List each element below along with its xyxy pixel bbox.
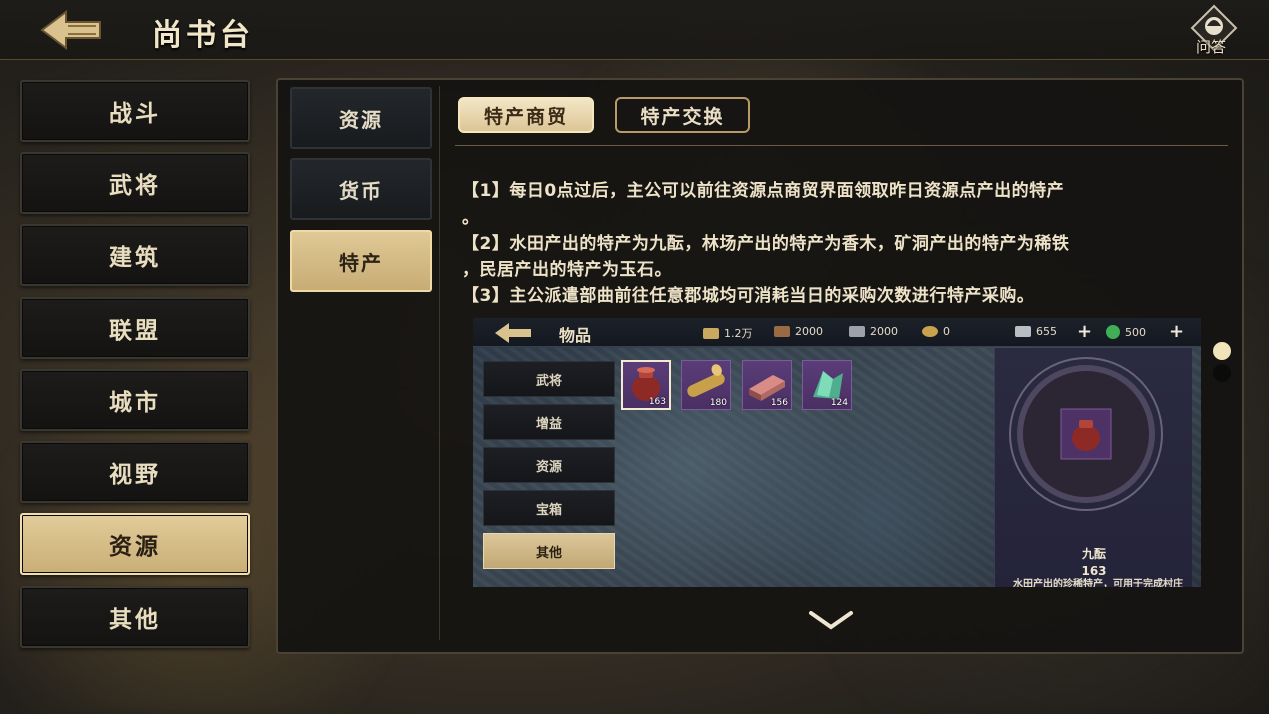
resource-copper: 0 — [922, 325, 950, 338]
screenshot-tab-buffs[interactable]: 增益 — [483, 404, 615, 440]
screenshot-tab-generals[interactable]: 武将 — [483, 361, 615, 397]
subcategory-resources[interactable]: 资源 — [290, 87, 432, 149]
subcategory-specialty[interactable]: 特产 — [290, 230, 432, 292]
item-slot-fragrant-wood[interactable]: 180 — [681, 360, 731, 410]
tab-specialty-trade[interactable]: 特产商贸 — [458, 97, 594, 133]
page-title: 尚书台 — [152, 18, 254, 53]
subcategory-currency[interactable]: 货币 — [290, 158, 432, 220]
resource-grain-value: 1.2万 — [724, 327, 753, 340]
item-frame-ring — [1009, 357, 1163, 511]
category-battle[interactable]: 战斗 — [20, 80, 250, 142]
item-detail-description: 水田产出的珍稀特产，可用于完成村庄商贸任务。郡城每日也有 — [1013, 579, 1183, 587]
category-city[interactable]: 城市 — [20, 369, 250, 431]
item-count: 180 — [709, 398, 727, 408]
example-screenshot: 物品 1.2万 2000 2000 0 655 + 500 + 武将 增益 资源 — [473, 318, 1201, 587]
item-count: 156 — [770, 398, 788, 408]
grain-icon — [703, 327, 719, 339]
back-button[interactable] — [38, 8, 104, 52]
wood-icon — [774, 326, 790, 337]
page-dot-active[interactable] — [1213, 342, 1231, 360]
screenshot-tab-chests[interactable]: 宝箱 — [483, 490, 615, 526]
screenshot-top-bar: 物品 1.2万 2000 2000 0 655 + 500 + — [473, 318, 1201, 347]
resource-gem-value: 500 — [1125, 325, 1146, 339]
item-detail-count: 163 — [1081, 564, 1107, 578]
description-line: 【3】主公派遣部曲前往任意郡城均可消耗当日的采购次数进行特产采购。 — [462, 286, 1035, 306]
resource-gem: 500 — [1106, 325, 1146, 339]
category-buildings[interactable]: 建筑 — [20, 224, 250, 286]
category-alliance[interactable]: 联盟 — [20, 297, 250, 359]
screenshot-tab-resources[interactable]: 资源 — [483, 447, 615, 483]
page-dot[interactable] — [1213, 364, 1231, 382]
item-slot-wine-jar[interactable]: 163 — [621, 360, 671, 410]
description-line: 。 — [462, 208, 480, 228]
category-resources[interactable]: 资源 — [20, 513, 250, 575]
description-line: 【1】每日0点过后，主公可以前往资源点商贸界面领取昨日资源点产出的特产 — [462, 181, 1065, 201]
add-jade-button[interactable]: + — [1077, 321, 1092, 342]
back-arrow-icon — [40, 10, 101, 50]
copper-coin-icon — [922, 326, 938, 337]
gem-icon — [1106, 325, 1120, 339]
panel-divider — [439, 86, 440, 640]
item-count: 163 — [648, 397, 666, 407]
iron-icon — [849, 326, 865, 337]
item-count: 124 — [830, 398, 848, 408]
tab-specialty-exchange[interactable]: 特产交换 — [615, 97, 750, 133]
screenshot-title: 物品 — [559, 326, 592, 345]
category-other[interactable]: 其他 — [20, 586, 250, 648]
description-line: ，民居产出的特产为玉石。 — [462, 260, 672, 280]
resource-jade-ingot-value: 655 — [1036, 325, 1057, 338]
resource-copper-value: 0 — [943, 325, 950, 338]
scroll-down-icon[interactable] — [807, 607, 855, 633]
description-line: 【2】水田产出的特产为九酝，林场产出的特产为香木，矿洞产出的特产为稀铁 — [462, 234, 1070, 254]
item-detail-panel: 九酝 163 水田产出的珍稀特产，可用于完成村庄商贸任务。郡城每日也有 — [994, 348, 1192, 587]
item-slot-rare-iron[interactable]: 156 — [742, 360, 792, 410]
resource-wood: 2000 — [774, 325, 823, 338]
jade-ingot-icon — [1015, 326, 1031, 337]
screenshot-tab-other[interactable]: 其他 — [483, 533, 615, 569]
resource-iron: 2000 — [849, 325, 898, 338]
add-gem-button[interactable]: + — [1169, 321, 1184, 342]
tab-divider — [455, 145, 1228, 146]
help-label: 问答 — [1196, 38, 1227, 56]
resource-jade-ingot: 655 — [1015, 325, 1057, 338]
item-slot-jade-stone[interactable]: 124 — [802, 360, 852, 410]
item-detail-name: 九酝 — [1081, 547, 1106, 561]
resource-grain: 1.2万 — [703, 325, 753, 341]
resource-iron-value: 2000 — [870, 325, 898, 338]
resource-wood-value: 2000 — [795, 325, 823, 338]
top-bar: 尚书台 问答 — [0, 0, 1269, 60]
screenshot-back-arrow-icon — [495, 323, 531, 343]
category-generals[interactable]: 武将 — [20, 152, 250, 214]
category-vision[interactable]: 视野 — [20, 441, 250, 503]
